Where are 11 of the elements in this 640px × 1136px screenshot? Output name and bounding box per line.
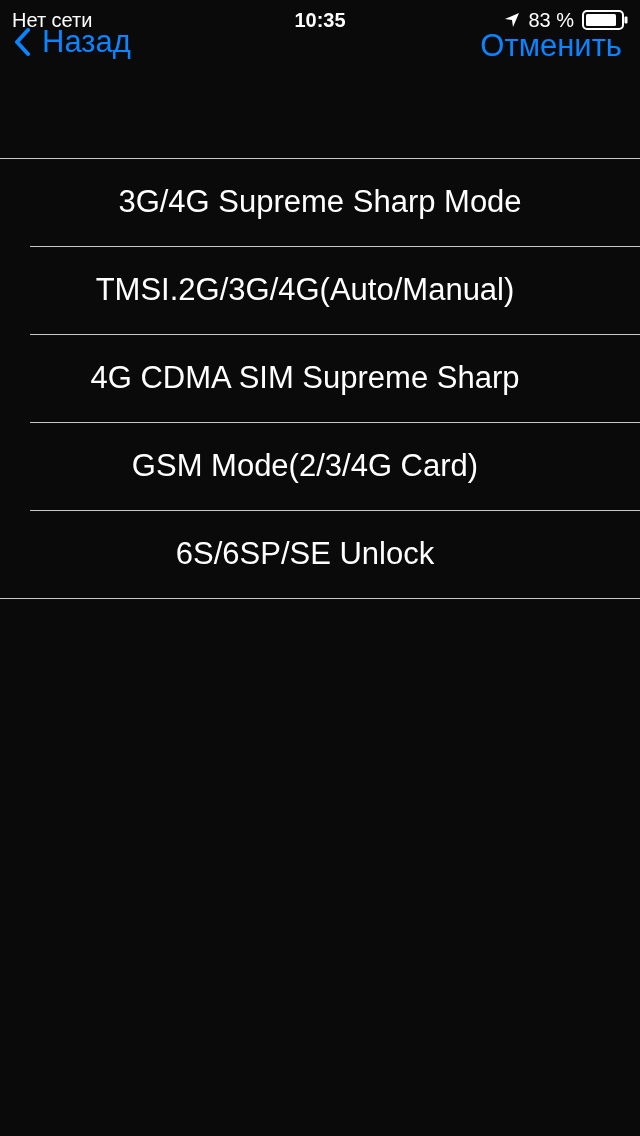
battery-icon — [582, 10, 628, 30]
menu-item[interactable]: TMSI.2G/3G/4G(Auto/Manual) — [0, 247, 610, 334]
cancel-button[interactable]: Отменить — [480, 30, 622, 61]
battery-percent: 83 % — [528, 8, 574, 33]
menu-item[interactable]: 4G CDMA SIM Supreme Sharp — [0, 335, 610, 422]
clock-text: 10:35 — [294, 8, 346, 33]
location-icon — [504, 12, 521, 28]
chevron-left-icon — [14, 27, 30, 56]
menu-item[interactable]: 6S/6SP/SE Unlock — [0, 511, 610, 598]
menu-item[interactable]: GSM Mode(2/3/4G Card) — [0, 423, 610, 510]
menu-item[interactable]: 3G/4G Supreme Sharp Mode — [0, 159, 640, 246]
